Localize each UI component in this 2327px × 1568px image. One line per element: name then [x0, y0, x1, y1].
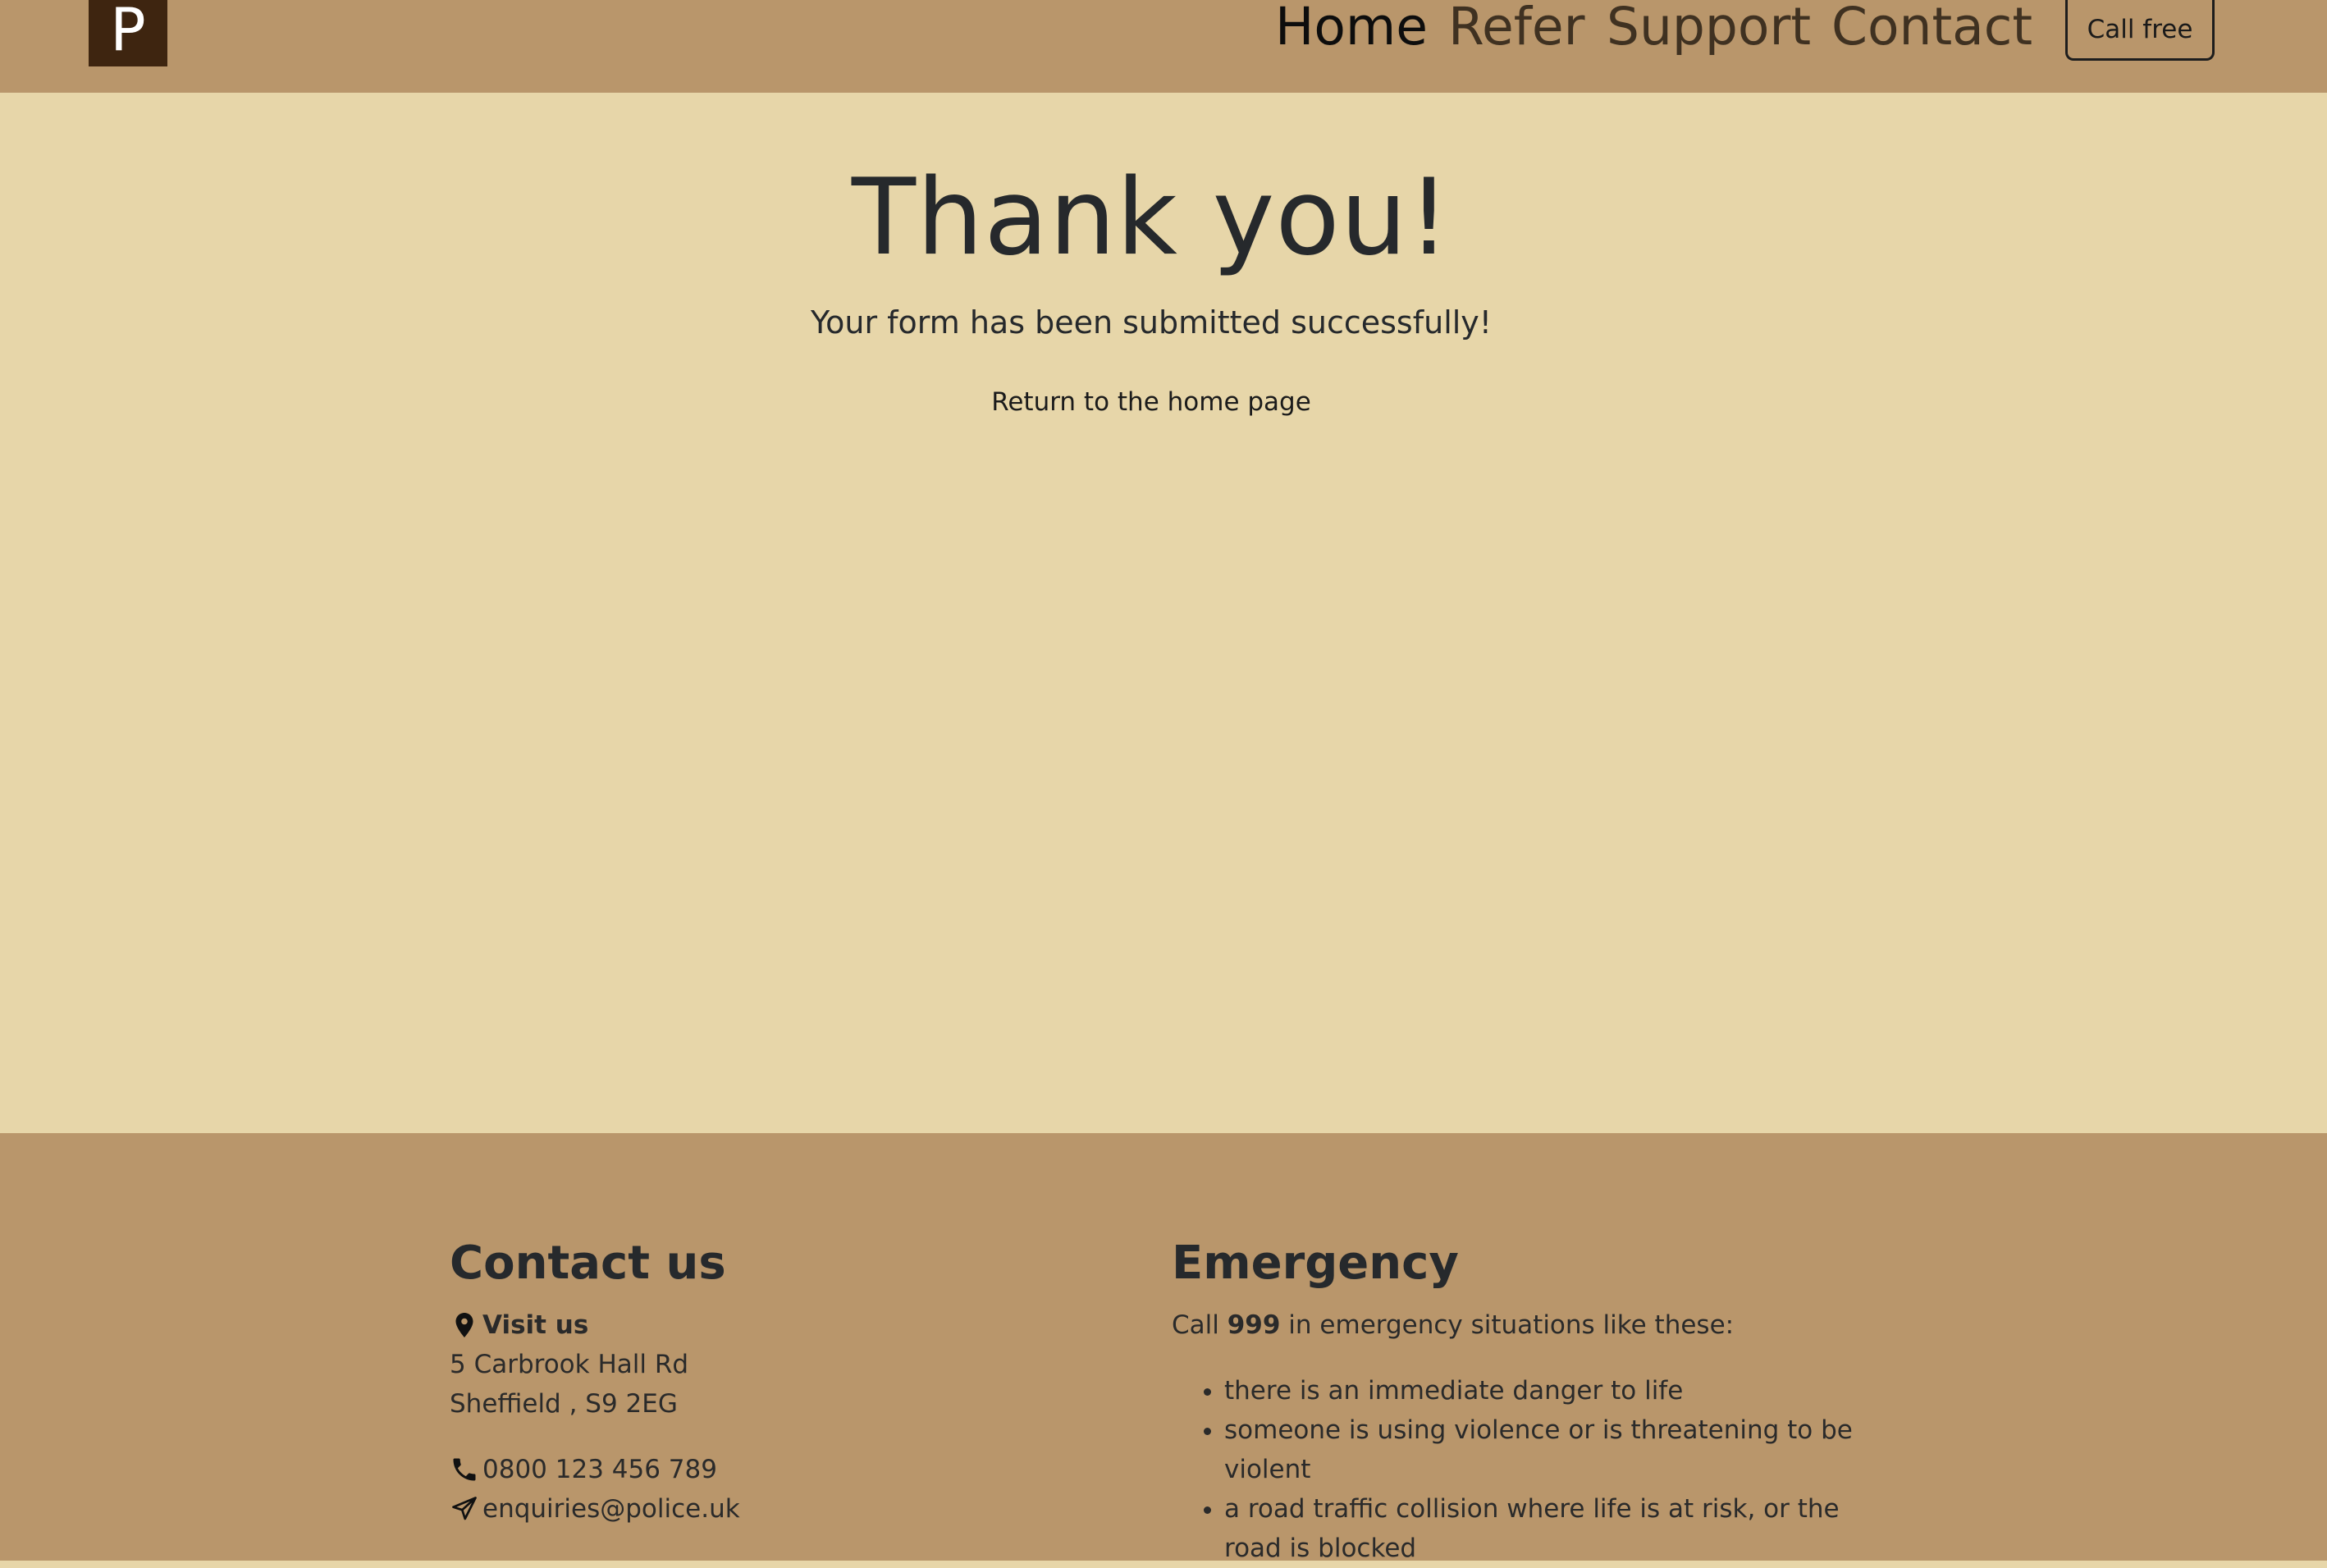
site-header: P Home Refer Support Contact Call free [0, 0, 2327, 93]
nav-home[interactable]: Home [1275, 0, 1428, 57]
list-item: there is an immediate danger to life [1224, 1371, 1864, 1410]
email-row[interactable]: enquiries@police.uk [450, 1489, 740, 1529]
address-line-2: Sheffield , S9 2EG [450, 1389, 678, 1419]
nav-contact[interactable]: Contact [1831, 0, 2032, 57]
phone-icon [453, 1458, 476, 1481]
call-free-button[interactable]: Call free [2065, 0, 2215, 61]
emergency-intro: Call 999 in emergency situations like th… [1172, 1305, 1734, 1345]
emergency-title: Emergency [1172, 1237, 1459, 1290]
nav-refer[interactable]: Refer [1448, 0, 1585, 57]
page-title: Thank you! [851, 157, 1452, 279]
logo[interactable]: P [89, 0, 167, 66]
list-item: a road traffic collision where life is a… [1224, 1489, 1864, 1568]
map-pin-icon [455, 1313, 473, 1337]
email-address[interactable]: enquiries@police.uk [482, 1489, 740, 1529]
phone-number[interactable]: 0800 123 456 789 [482, 1450, 717, 1489]
visit-row: Visit us [450, 1305, 588, 1345]
nav-support[interactable]: Support [1607, 0, 1811, 57]
send-icon [452, 1497, 477, 1520]
visit-label: Visit us [482, 1310, 589, 1340]
main-content: Thank you! Your form has been submitted … [0, 93, 2327, 1133]
success-message: Your form has been submitted successfull… [810, 304, 1493, 341]
phone-row[interactable]: 0800 123 456 789 [450, 1450, 717, 1489]
contact-title: Contact us [450, 1237, 726, 1290]
intro-after: in emergency situations like these: [1280, 1310, 1735, 1340]
intro-before: Call [1172, 1310, 1228, 1340]
address-line-1: 5 Carbrook Hall Rd [450, 1350, 689, 1379]
emergency-number: 999 [1227, 1310, 1281, 1340]
list-item: someone is using violence or is threaten… [1224, 1410, 1864, 1489]
site-footer: Contact us Visit us 5 Carbrook Hall Rd S… [0, 1133, 2327, 1563]
return-home-link[interactable]: Return to the home page [0, 386, 2302, 418]
emergency-list: there is an immediate danger to life som… [1172, 1371, 1864, 1568]
